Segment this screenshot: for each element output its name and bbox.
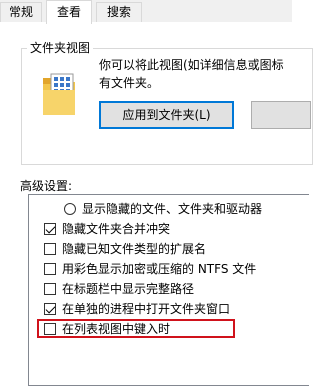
checkbox[interactable] xyxy=(44,303,56,315)
list-item[interactable]: 在列表视图中键入时 xyxy=(44,320,170,338)
checkbox[interactable] xyxy=(44,263,56,275)
tab-label: 搜索 xyxy=(106,5,131,19)
list-item-label: 在列表视图中键入时 xyxy=(62,322,171,336)
advanced-settings-label: 高级设置: xyxy=(20,179,73,193)
checkbox[interactable] xyxy=(44,283,56,295)
folder-views-description: 你可以将此视图(如详细信息或图标 有文件夹。 xyxy=(99,56,299,92)
view-tab-panel: 文件夹视图 你可以将此视图(如详细信息或图标 有文件夹。 应用到文件夹(L) 高… xyxy=(0,22,313,386)
folder-icon xyxy=(43,73,75,115)
radio-button[interactable] xyxy=(64,203,76,215)
list-item-label: 隐藏已知文件类型的扩展名 xyxy=(62,242,207,256)
list-item-label: 隐藏文件夹合并冲突 xyxy=(62,222,171,236)
checkbox[interactable] xyxy=(44,223,56,235)
checkbox[interactable] xyxy=(44,323,56,335)
list-item[interactable]: 在标题栏中显示完整路径 xyxy=(44,280,194,298)
tab-search[interactable]: 搜索 xyxy=(96,2,142,22)
list-item-label: 用彩色显示加密或压缩的 NTFS 文件 xyxy=(62,262,257,276)
list-item-label: 在单独的进程中打开文件夹窗口 xyxy=(62,302,231,316)
list-item[interactable]: 隐藏文件夹合并冲突 xyxy=(44,220,170,238)
list-item[interactable]: 显示隐藏的文件、文件夹和驱动器 xyxy=(64,200,262,218)
tab-general[interactable]: 常规 xyxy=(0,2,42,22)
tab-label: 常规 xyxy=(8,5,33,19)
list-item[interactable]: 用彩色显示加密或压缩的 NTFS 文件 xyxy=(44,260,256,278)
description-line: 你可以将此视图(如详细信息或图标 xyxy=(99,58,284,72)
tab-bar: 常规 查看 搜索 xyxy=(0,0,292,24)
list-item-label: 显示隐藏的文件、文件夹和驱动器 xyxy=(82,202,263,216)
checkbox[interactable] xyxy=(44,243,56,255)
tab-label: 查看 xyxy=(56,5,81,19)
list-item[interactable]: 在单独的进程中打开文件夹窗口 xyxy=(44,300,230,318)
list-item-label: 在标题栏中显示完整路径 xyxy=(62,282,195,296)
apply-to-folders-button[interactable]: 应用到文件夹(L) xyxy=(99,101,234,129)
list-item[interactable]: 隐藏已知文件类型的扩展名 xyxy=(44,240,206,258)
reset-folders-button[interactable] xyxy=(251,101,311,129)
tab-view[interactable]: 查看 xyxy=(46,0,92,24)
folder-views-title: 文件夹视图 xyxy=(27,39,94,56)
description-line: 有文件夹。 xyxy=(99,76,160,90)
